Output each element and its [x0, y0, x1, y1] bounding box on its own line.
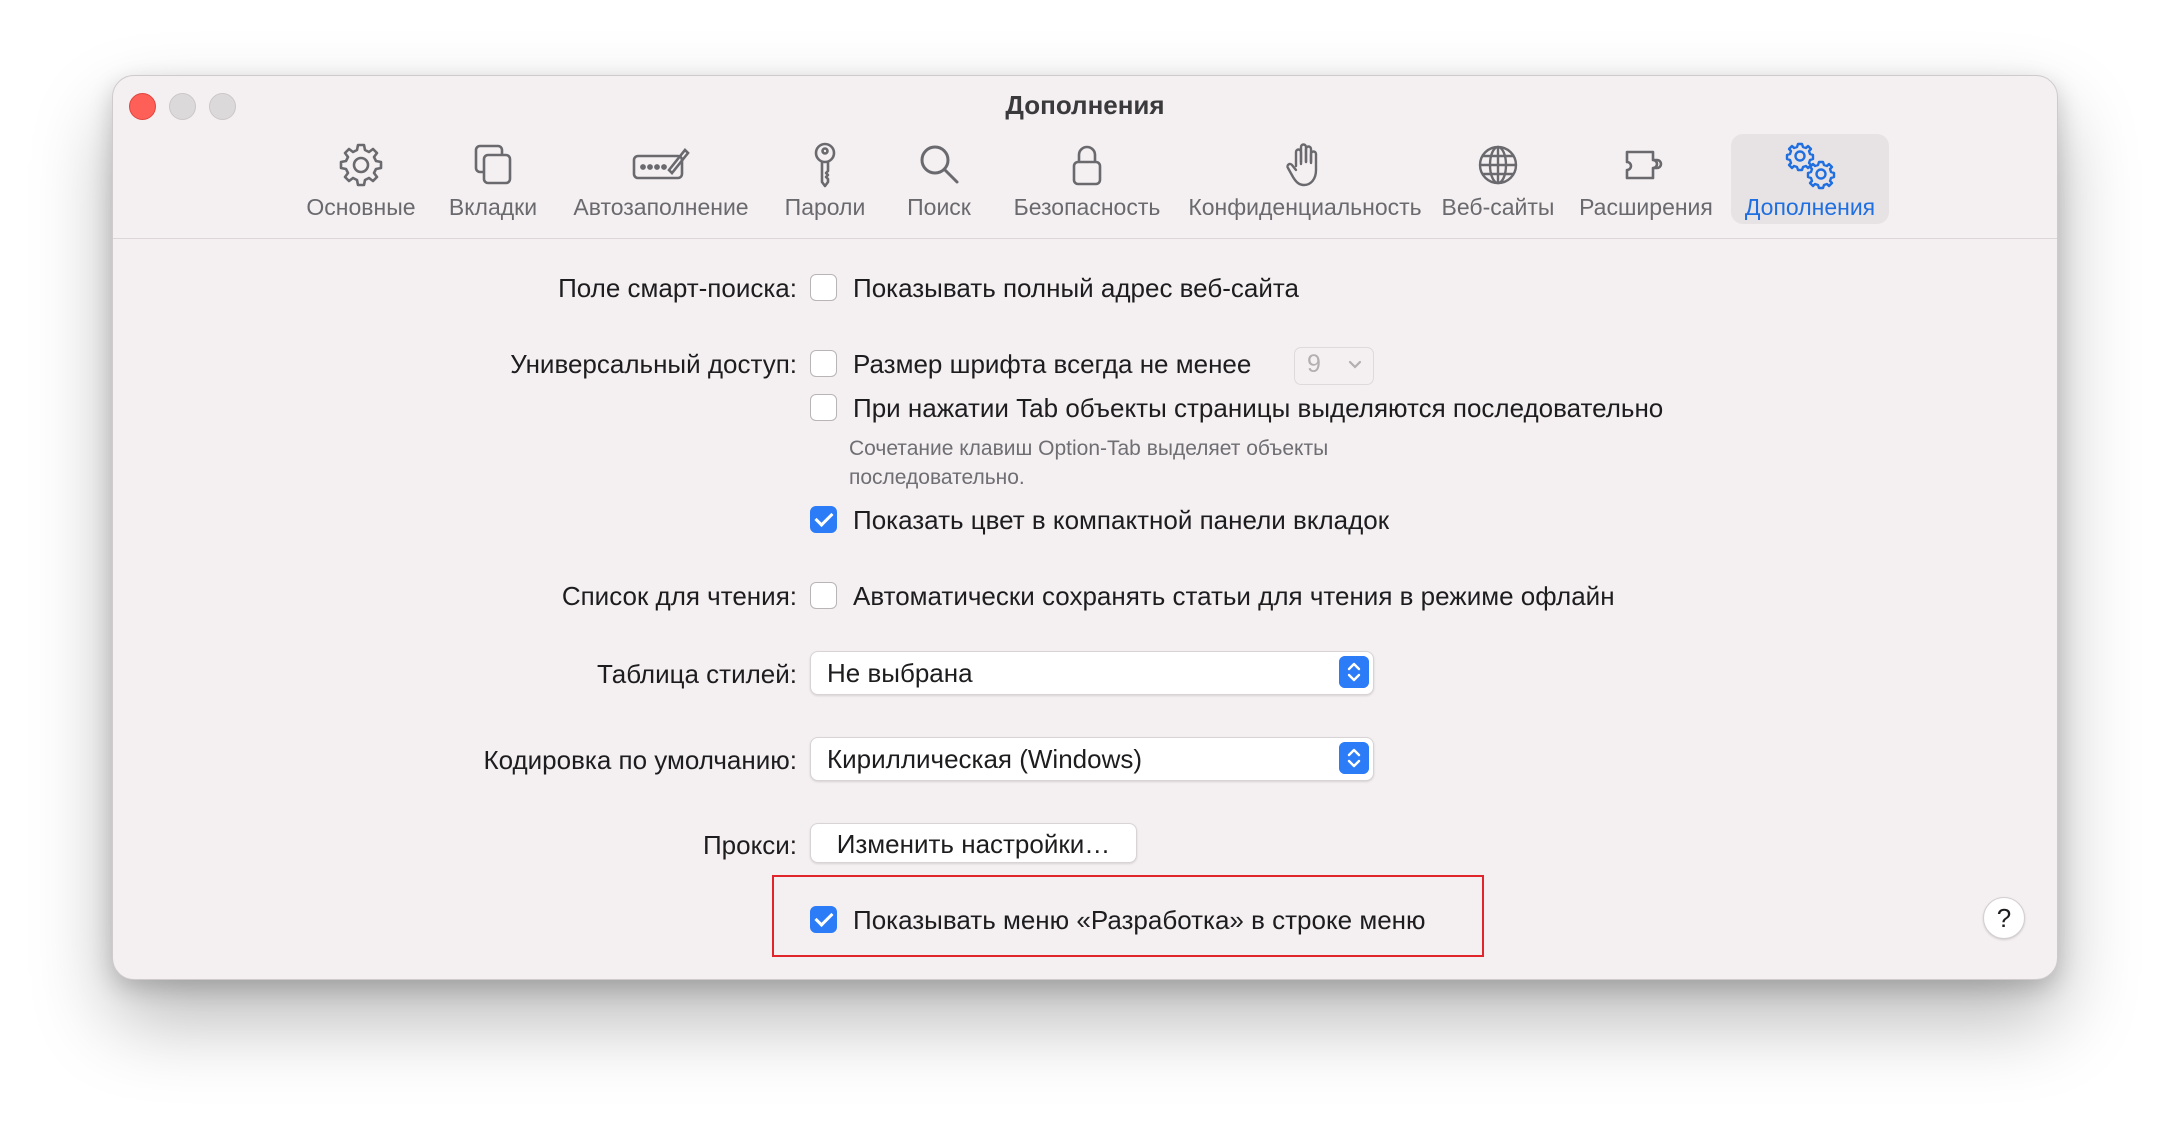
encoding-value: Кириллическая (Windows)	[827, 744, 1143, 774]
hint-line: Сочетание клавиш Option-Tab выделяет объ…	[849, 437, 1329, 460]
tab-websites[interactable]: Веб-сайты	[1435, 134, 1561, 224]
updown-arrows-icon	[1339, 656, 1369, 688]
min-font-size-value: 9	[1307, 350, 1321, 378]
show-full-address-text: Показывать полный адрес веб-сайта	[853, 273, 1299, 303]
show-develop-menu-text: Показывать меню «Разработка» в строке ме…	[853, 905, 1426, 935]
tab-label: Поиск	[907, 194, 971, 220]
proxy-label: Прокси:	[702, 830, 797, 860]
tab-highlight-text: При нажатии Tab объекты страницы выделяю…	[853, 393, 1664, 423]
puzzle-icon	[1625, 150, 1663, 180]
tab-label: Дополнения	[1744, 194, 1876, 220]
tab-extensions[interactable]: Расширения	[1571, 134, 1721, 224]
tab-privacy[interactable]: Конфиденциальность	[1185, 134, 1425, 224]
save-articles-offline-checkbox[interactable]	[810, 582, 837, 609]
help-button[interactable]: ?	[1983, 897, 2025, 939]
tab-advanced[interactable]: Дополнения	[1731, 134, 1889, 224]
smart-search-label: Поле смарт-поиска:	[558, 273, 797, 303]
tab-label: Конфиденциальность	[1188, 194, 1422, 220]
accessibility-label: Универсальный доступ:	[510, 349, 797, 379]
tab-label: Расширения	[1579, 194, 1713, 220]
tab-label: Вкладки	[448, 194, 538, 220]
search-icon	[920, 145, 959, 184]
tab-label: Пароли	[784, 194, 866, 220]
compact-tab-color-checkbox[interactable]	[810, 506, 837, 533]
lock-icon	[1072, 145, 1102, 186]
tab-passwords[interactable]: Пароли	[771, 134, 879, 224]
preferences-window: Дополнения Основные Вкладки Автозаполнен…	[112, 75, 2058, 980]
tab-security[interactable]: Безопасность	[999, 134, 1175, 224]
compact-tab-color-text: Показать цвет в компактной панели вкладо…	[853, 505, 1390, 535]
tab-tabs[interactable]: Вкладки	[435, 134, 551, 224]
tabs-icon	[474, 144, 512, 185]
gear-icon	[339, 143, 383, 187]
tab-autofill[interactable]: Автозаполнение	[561, 134, 761, 224]
autofill-icon	[632, 148, 690, 180]
hand-icon	[1286, 143, 1318, 187]
stylesheet-popup[interactable]: Не выбрана	[810, 651, 1374, 695]
change-proxy-settings-button[interactable]: Изменить настройки…	[810, 823, 1137, 863]
tab-search[interactable]: Поиск	[889, 134, 989, 224]
tab-label: Основные	[306, 194, 416, 220]
window-title: Дополнения	[1005, 90, 1165, 120]
min-font-size-text: Размер шрифта всегда не менее	[853, 349, 1252, 379]
encoding-popup[interactable]: Кириллическая (Windows)	[810, 737, 1374, 781]
reading-list-label: Список для чтения:	[561, 581, 797, 611]
tab-label: Автозаполнение	[573, 194, 749, 220]
min-font-size-checkbox[interactable]	[810, 350, 837, 377]
tab-general[interactable]: Основные	[297, 134, 425, 224]
show-full-address-checkbox[interactable]	[810, 274, 837, 301]
advanced-settings-panel: Поле смарт-поиска: Показывать полный адр…	[113, 239, 2057, 979]
tab-label: Веб-сайты	[1441, 194, 1555, 220]
key-icon	[814, 142, 836, 188]
encoding-label: Кодировка по умолчанию:	[483, 745, 797, 775]
tab-label: Безопасность	[1013, 194, 1161, 220]
min-font-size-select[interactable]: 9	[1294, 347, 1374, 385]
show-develop-menu-checkbox[interactable]	[810, 906, 837, 933]
stylesheet-value: Не выбрана	[827, 658, 973, 688]
hint-line: последовательно.	[849, 466, 1025, 489]
updown-arrows-icon	[1339, 742, 1369, 774]
toolbar: Дополнения Основные Вкладки Автозаполнен…	[113, 76, 2057, 239]
gears-icon	[1785, 142, 1836, 190]
save-articles-offline-text: Автоматически сохранять статьи для чтени…	[853, 581, 1615, 611]
globe-icon	[1478, 145, 1518, 185]
stylesheet-label: Таблица стилей:	[597, 659, 797, 689]
tab-highlight-checkbox[interactable]	[810, 394, 837, 421]
chevron-down-icon	[1348, 360, 1362, 369]
tab-highlight-hint: Сочетание клавиш Option-Tab выделяет объ…	[849, 434, 1328, 492]
